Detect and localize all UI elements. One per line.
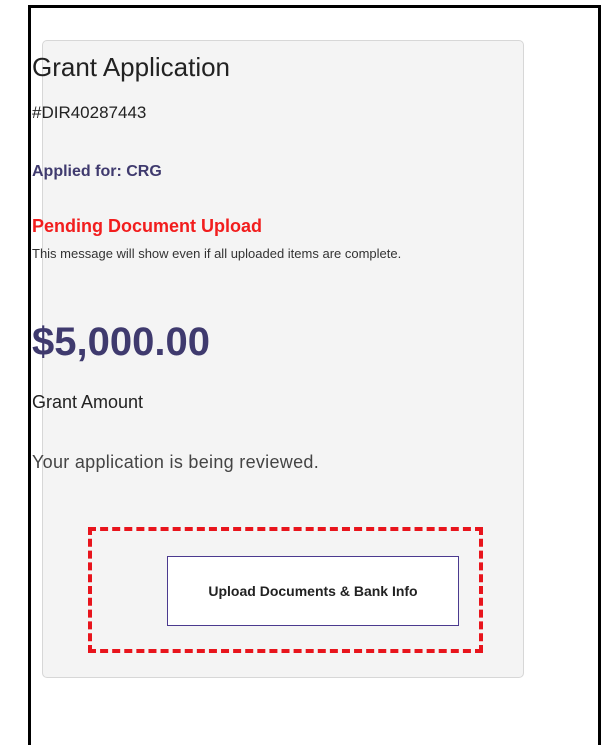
- grant-amount-value: $5,000.00: [32, 320, 210, 364]
- applied-for-label: Applied for: CRG: [32, 163, 162, 180]
- card-title: Grant Application: [32, 52, 231, 82]
- application-id: #DIR40287443: [32, 103, 147, 122]
- status-pending-document-upload: Pending Document Upload: [32, 216, 263, 236]
- status-note: This message will show even if all uploa…: [32, 246, 402, 261]
- grant-amount-label: Grant Amount: [32, 392, 144, 412]
- upload-documents-bank-info-button[interactable]: Upload Documents & Bank Info: [167, 556, 459, 626]
- review-status-message: Your application is being reviewed.: [32, 452, 320, 472]
